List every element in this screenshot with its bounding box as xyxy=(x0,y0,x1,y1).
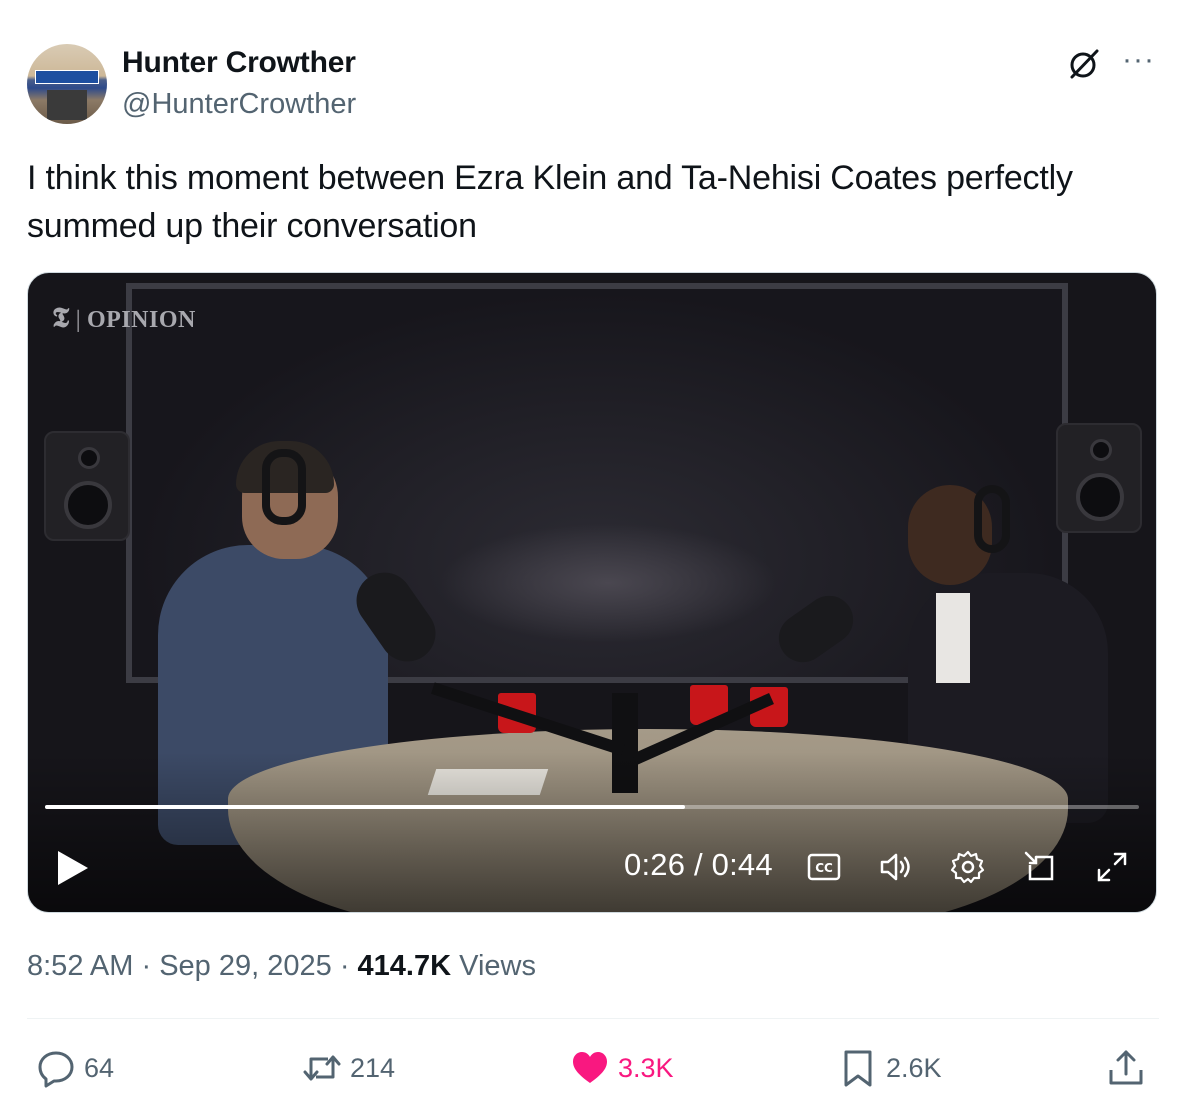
repost-count: 214 xyxy=(350,1052,396,1083)
avatar-storefront-sign xyxy=(35,70,99,84)
svg-text:CC: CC xyxy=(815,861,833,875)
tweet-text: I think this moment between Ezra Klein a… xyxy=(27,159,1073,245)
watermark-label: OPINION xyxy=(87,307,196,333)
share-button[interactable] xyxy=(1106,1046,1154,1090)
pop-out-icon[interactable] xyxy=(1022,849,1058,885)
reply-count: 64 xyxy=(84,1052,115,1083)
time-separator: / xyxy=(693,847,703,882)
controls-shade xyxy=(28,752,1156,912)
play-icon[interactable] xyxy=(56,849,90,887)
duration: 0:44 xyxy=(711,847,773,882)
heart-icon xyxy=(573,1052,607,1083)
views-label[interactable]: Views xyxy=(459,950,536,982)
video-progress-bar[interactable] xyxy=(45,805,1139,809)
nyt-logo-icon: 𝕿 xyxy=(52,303,70,334)
views-count[interactable]: 414.7K xyxy=(358,950,452,982)
tweet-meta: 8:52 AM · Sep 29, 2025 · 414.7K Views xyxy=(27,950,536,983)
bookmark-icon xyxy=(844,1050,872,1087)
grok-icon[interactable] xyxy=(1066,46,1102,82)
captions-icon[interactable]: CC xyxy=(806,849,842,885)
like-count: 3.3K xyxy=(618,1052,674,1083)
nyt-opinion-watermark: 𝕿 | OPINION xyxy=(52,303,196,334)
share-icon xyxy=(1109,1050,1143,1085)
studio-speaker-right xyxy=(1056,423,1142,533)
volume-icon[interactable] xyxy=(878,849,914,885)
repost-icon xyxy=(303,1055,341,1081)
fullscreen-icon[interactable] xyxy=(1094,849,1130,885)
window-reflection xyxy=(438,523,778,643)
video-time: 0:26 / 0:44 xyxy=(624,847,773,883)
meta-dot: · xyxy=(141,950,152,982)
like-button[interactable]: 3.3K xyxy=(570,1046,674,1090)
current-time: 0:26 xyxy=(624,847,686,882)
reply-icon xyxy=(38,1051,74,1088)
divider xyxy=(27,1018,1159,1019)
guest-headphones xyxy=(974,485,1010,553)
studio-speaker-left xyxy=(44,431,130,541)
author-display-name[interactable]: Hunter Crowther xyxy=(122,46,356,80)
video-progress-fill xyxy=(45,805,685,809)
repost-button[interactable]: 214 xyxy=(302,1046,395,1090)
bookmark-count: 2.6K xyxy=(886,1052,942,1083)
tweet-date[interactable]: Sep 29, 2025 xyxy=(159,950,332,982)
tweet-time[interactable]: 8:52 AM xyxy=(27,950,133,982)
video-player[interactable]: 𝕿 | OPINION 0:26 / 0:44 CC xyxy=(27,272,1157,913)
bookmark-button[interactable]: 2.6K xyxy=(838,1046,942,1090)
host-headphones xyxy=(262,449,306,525)
more-options-icon[interactable]: ··· xyxy=(1122,45,1155,75)
settings-icon[interactable] xyxy=(950,849,986,885)
avatar[interactable] xyxy=(27,44,107,124)
meta-dot: · xyxy=(339,950,350,982)
author-handle[interactable]: @HunterCrowther xyxy=(122,88,356,121)
avatar-storefront-door xyxy=(47,90,87,120)
guest-shirt xyxy=(936,593,970,683)
reply-button[interactable]: 64 xyxy=(36,1046,114,1090)
